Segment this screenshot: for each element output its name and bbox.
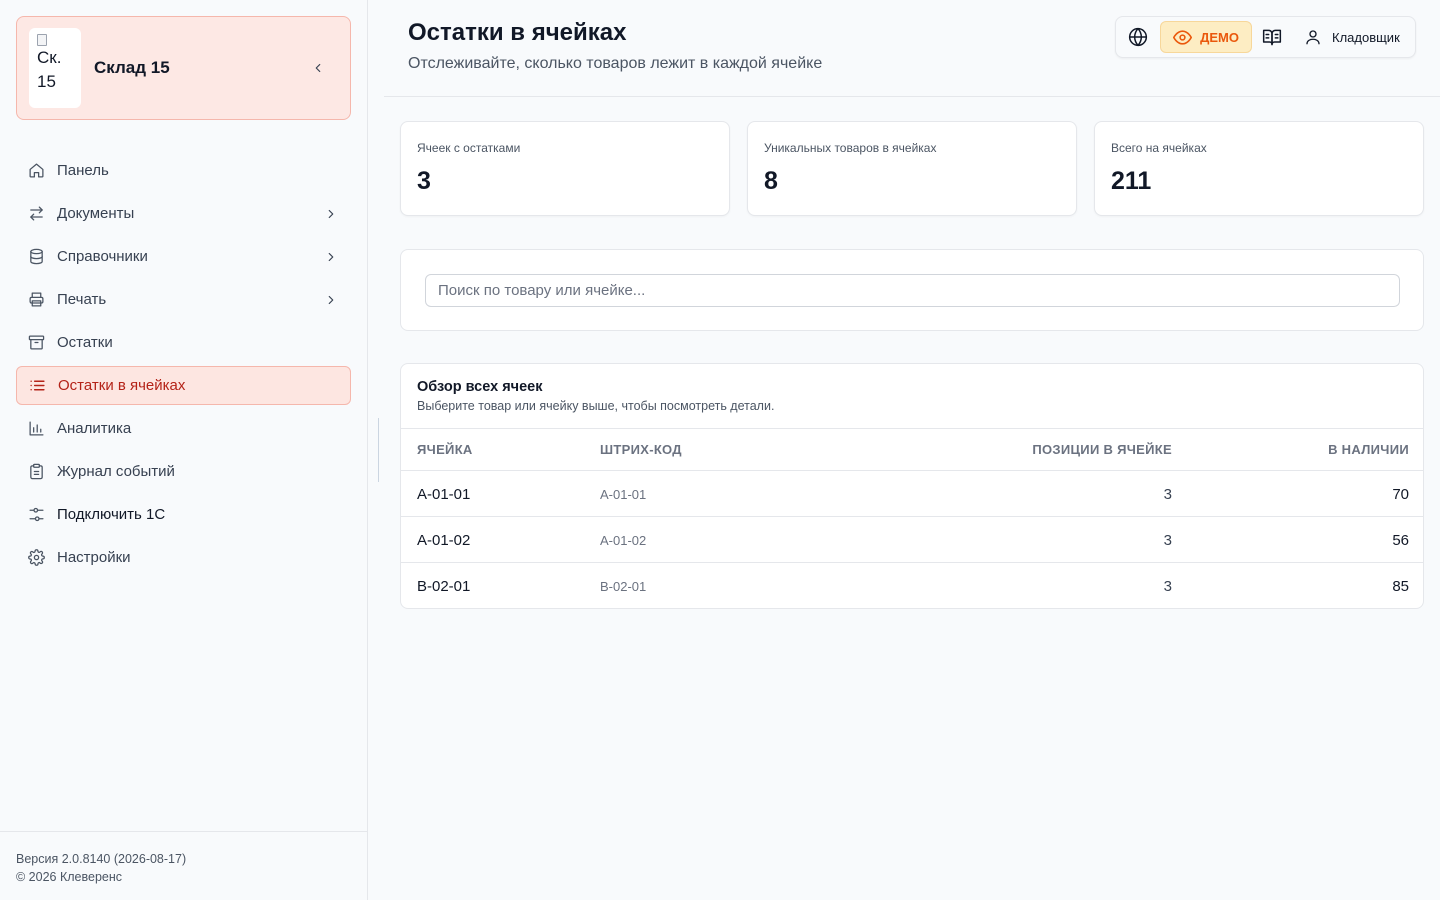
globe-icon [1128,27,1148,47]
search-card [400,249,1424,331]
chevron-right-icon [323,206,339,222]
stat-label: Ячеек с остатками [417,141,521,155]
help-docs-button[interactable] [1258,21,1286,53]
sidebar-item-directories[interactable]: Справочники [16,237,351,276]
page-header: Остатки в ячейках Отслеживайте, сколько … [384,0,1440,97]
sidebar-item-label: Справочники [57,248,148,265]
table-header: ЯЧЕЙКА ШТРИХ-КОД ПОЗИЦИИ В ЯЧЕЙКЕ В НАЛИ… [401,428,1423,471]
column-header-cell[interactable]: ЯЧЕЙКА [417,442,473,457]
column-header-barcode[interactable]: ШТРИХ-КОД [600,442,682,457]
bar-chart-icon [28,420,45,437]
sidebar-item-stock[interactable]: Остатки [16,323,351,362]
cell-positions: 3 [1163,532,1172,549]
stat-card-cells-with-stock: Ячеек с остатками 3 [400,121,730,216]
demo-mode-button[interactable]: ДЕМО [1160,21,1252,53]
sidebar-footer: Версия 2.0.8140 (2026-08-17) © 2026 Клев… [0,831,367,886]
chevron-left-icon [315,63,321,73]
stat-value: 3 [417,167,431,195]
table-subtitle: Выберите товар или ячейку выше, чтобы по… [417,399,775,413]
column-header-positions[interactable]: ПОЗИЦИИ В ЯЧЕЙКЕ [1032,442,1172,457]
language-button[interactable] [1124,21,1152,53]
sidebar: Ск. 15 Склад 15 Панель Документы Справоч… [0,0,368,900]
sidebar-item-documents[interactable]: Документы [16,194,351,233]
table-row[interactable]: A-01-02 A-01-02 3 56 [401,517,1423,563]
sidebar-item-cell-stock[interactable]: Остатки в ячейках [16,366,351,405]
cell-stock: 70 [1392,486,1409,503]
sidebar-item-label: Подключить 1С [57,506,166,523]
sidebar-item-label: Журнал событий [57,463,175,480]
sidebar-item-label: Остатки в ячейках [58,377,186,394]
cell-positions: 3 [1163,578,1172,595]
database-icon [28,248,45,265]
cell-stock: 85 [1392,578,1409,595]
stat-value: 211 [1111,167,1152,195]
cell-name: A-01-02 [417,532,471,549]
chevron-right-icon [323,249,339,265]
sidebar-item-settings[interactable]: Настройки [16,538,351,577]
collapse-sidebar-button[interactable] [308,58,328,78]
cell-barcode: A-01-02 [600,533,647,548]
cell-barcode: A-01-01 [600,487,647,502]
sidebar-item-label: Печать [57,291,107,308]
stat-value: 8 [764,167,778,195]
chevron-right-icon [323,292,339,308]
cell-name: A-01-01 [417,486,471,503]
printer-icon [28,291,45,308]
broken-image-icon [37,34,47,46]
book-open-icon [1262,29,1282,46]
cells-overview-table-card: Обзор всех ячеек Выберите товар или ячей… [400,363,1424,609]
stat-card-total-in-cells: Всего на ячейках 211 [1094,121,1424,216]
sidebar-item-print[interactable]: Печать [16,280,351,319]
page-subtitle: Отслеживайте, сколько товаров лежит в ка… [408,55,823,72]
stat-card-unique-products: Уникальных товаров в ячейках 8 [747,121,1077,216]
user-name: Кладовщик [1332,29,1400,45]
brand-logo: Ск. 15 [29,28,81,108]
sidebar-item-label: Остатки [57,334,113,351]
sidebar-item-dashboard[interactable]: Панель [16,151,351,190]
cell-positions: 3 [1163,486,1172,503]
sidebar-item-label: Панель [57,162,109,179]
sidebar-nav: Панель Документы Справочники Печать Оста… [16,151,351,581]
sidebar-item-label: Аналитика [57,420,132,437]
cell-barcode: B-02-01 [600,579,647,594]
search-input[interactable] [425,274,1400,307]
header-toolbar: ДЕМО Кладовщик [1115,16,1416,58]
version-text: Версия 2.0.8140 (2026-08-17) [16,852,187,866]
list-icon [29,377,46,394]
brand-card[interactable]: Ск. 15 Склад 15 [16,16,351,120]
clipboard-icon [28,463,45,480]
column-header-in-stock[interactable]: В НАЛИЧИИ [1328,442,1409,457]
sidebar-resize-handle[interactable] [378,418,379,482]
brand-title: Склад 15 [94,58,170,77]
home-icon [28,162,45,179]
archive-icon [28,334,45,351]
page-title: Остатки в ячейках [408,19,627,46]
sliders-icon [28,506,45,523]
gear-icon [28,549,45,566]
user-icon [1304,28,1322,46]
sidebar-item-label: Настройки [57,549,131,566]
sidebar-item-analytics[interactable]: Аналитика [16,409,351,448]
table-title: Обзор всех ячеек [417,379,543,395]
table-row[interactable]: B-02-01 B-02-01 3 85 [401,563,1423,608]
cell-stock: 56 [1392,532,1409,549]
cell-name: B-02-01 [417,578,471,595]
arrows-swap-icon [28,205,45,222]
sidebar-item-connect-1c[interactable]: Подключить 1С [16,495,351,534]
stat-label: Всего на ячейках [1111,141,1207,155]
user-menu-button[interactable]: Кладовщик [1304,21,1400,53]
sidebar-item-event-log[interactable]: Журнал событий [16,452,351,491]
demo-label: ДЕМО [1200,29,1239,45]
copyright-text: © 2026 Клеверенс [16,870,122,884]
sidebar-item-label: Документы [57,205,135,222]
eye-icon [1173,28,1193,47]
table-row[interactable]: A-01-01 A-01-01 3 70 [401,471,1423,517]
stat-label: Уникальных товаров в ячейках [764,141,937,155]
